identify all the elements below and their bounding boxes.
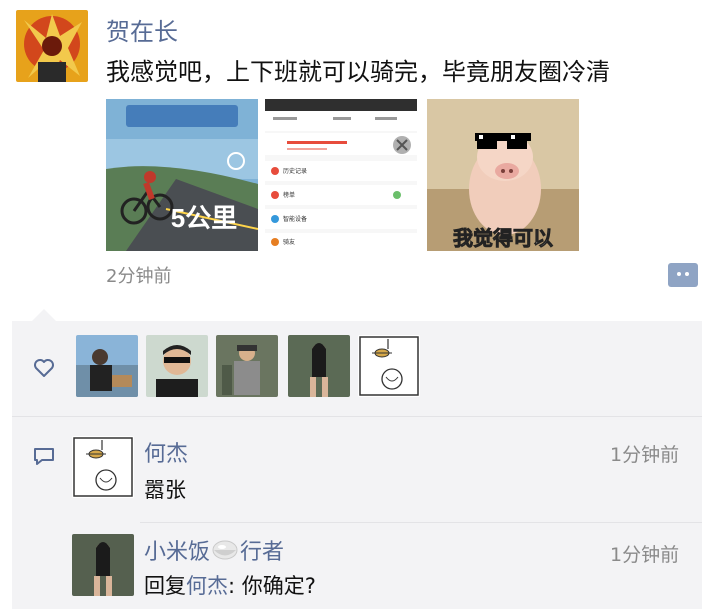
reply-prefix: 回复 xyxy=(144,574,186,598)
author-avatar[interactable] xyxy=(16,10,88,82)
app-row-1: 历史记录 xyxy=(283,167,307,175)
comment-author[interactable]: 何杰 xyxy=(144,436,188,468)
post-image-app-screenshot[interactable]: 历史记录 榜单 智能设备 骑友 xyxy=(265,99,417,251)
more-actions-button[interactable] xyxy=(668,263,698,287)
panel-caret xyxy=(32,309,56,321)
comment-bubble-icon xyxy=(32,444,56,468)
pig-meme-caption: 我觉得可以 xyxy=(453,226,553,250)
liker-avatar[interactable] xyxy=(76,335,138,397)
comment-author-suffix[interactable]: 行者 xyxy=(240,534,284,566)
comment-author-row[interactable]: 小米饭 行者 xyxy=(144,534,284,566)
app-row-4: 骑友 xyxy=(283,238,295,246)
post-text: 我感觉吧，上下班就可以骑完，毕竟朋友圈冷清 xyxy=(106,58,610,86)
liker-avatar[interactable] xyxy=(358,335,420,397)
comment-divider xyxy=(140,522,702,523)
comment-time: 1分钟前 xyxy=(610,444,680,466)
section-divider xyxy=(12,416,702,417)
comment-time: 1分钟前 xyxy=(610,544,680,566)
rice-bowl-emoji-icon xyxy=(212,539,238,561)
comment-avatar[interactable] xyxy=(72,534,134,596)
author-name[interactable]: 贺在长 xyxy=(106,12,178,47)
post-image-cycling[interactable]: 5公里 xyxy=(106,99,258,251)
liker-avatar[interactable] xyxy=(216,335,278,397)
liker-avatar[interactable] xyxy=(288,335,350,397)
comment-author[interactable]: 小米饭 xyxy=(144,534,210,566)
app-row-2: 榜单 xyxy=(283,191,295,199)
comment-text-row: 回复何杰: 你确定? xyxy=(144,570,316,600)
post-time: 2分钟前 xyxy=(106,266,172,287)
comment-avatar[interactable] xyxy=(72,436,134,498)
post-image-pig-meme[interactable]: 我觉得可以 xyxy=(427,99,579,251)
cycling-poster-text: 5公里 xyxy=(171,203,237,233)
comment-text: : 你确定? xyxy=(228,574,316,598)
liker-avatar[interactable] xyxy=(146,335,208,397)
heart-outline-icon xyxy=(32,356,56,380)
reply-target-name[interactable]: 何杰 xyxy=(186,574,228,598)
comment-text: 嚣张 xyxy=(144,478,186,502)
app-row-3: 智能设备 xyxy=(283,215,307,223)
